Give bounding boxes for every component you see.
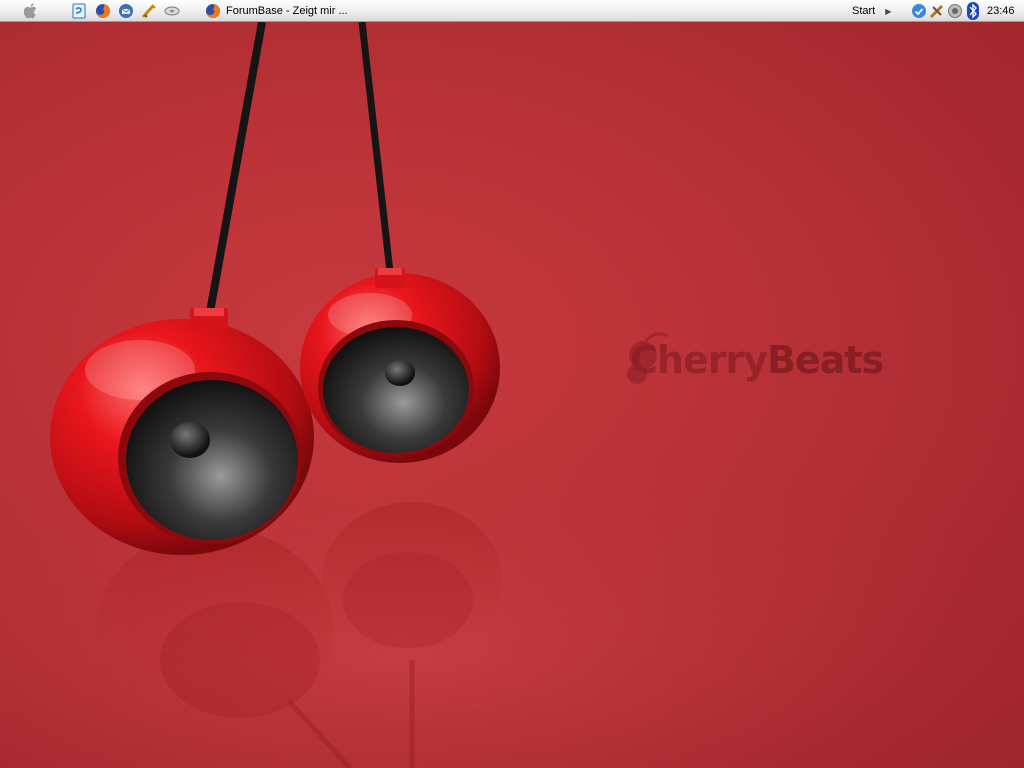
clock[interactable]: 23:46: [987, 0, 1015, 22]
tools-icon[interactable]: [140, 2, 158, 20]
update-check-icon[interactable]: [910, 2, 928, 20]
right-speaker: [300, 268, 500, 463]
left-speaker-cord: [206, 21, 266, 313]
disk-icon[interactable]: [163, 2, 181, 20]
start-label: Start: [852, 5, 876, 17]
firefox-icon: [206, 3, 221, 18]
document-app-icon[interactable]: [70, 2, 88, 20]
desktop: CherryBeats ForumBase - Zeigt mir ... St…: [0, 0, 1024, 768]
right-speaker-cord: [358, 21, 394, 273]
thunderbird-icon[interactable]: [117, 2, 135, 20]
left-speaker: [50, 308, 314, 555]
chevron-right-icon: ▶: [885, 6, 892, 16]
brand-cherry: Cherry: [630, 338, 768, 382]
clock-time: 23:46: [987, 5, 1015, 17]
brand-text: CherryBeats: [630, 338, 884, 382]
bluetooth-icon[interactable]: [964, 2, 982, 20]
taskbar: ForumBase - Zeigt mir ... Start ▶ 23:46: [0, 0, 1024, 22]
cherrybeats-brand: CherryBeats: [626, 332, 884, 388]
brand-beats: Beats: [766, 338, 884, 382]
task-button-label: ForumBase - Zeigt mir ...: [226, 5, 348, 17]
speaker-icon[interactable]: [946, 2, 964, 20]
apple-menu-icon[interactable]: [22, 2, 40, 20]
task-button-firefox[interactable]: ForumBase - Zeigt mir ...: [203, 0, 354, 22]
start-menu-button[interactable]: Start ▶: [852, 0, 891, 22]
firefox-icon[interactable]: [94, 2, 112, 20]
network-tools-icon[interactable]: [928, 2, 946, 20]
